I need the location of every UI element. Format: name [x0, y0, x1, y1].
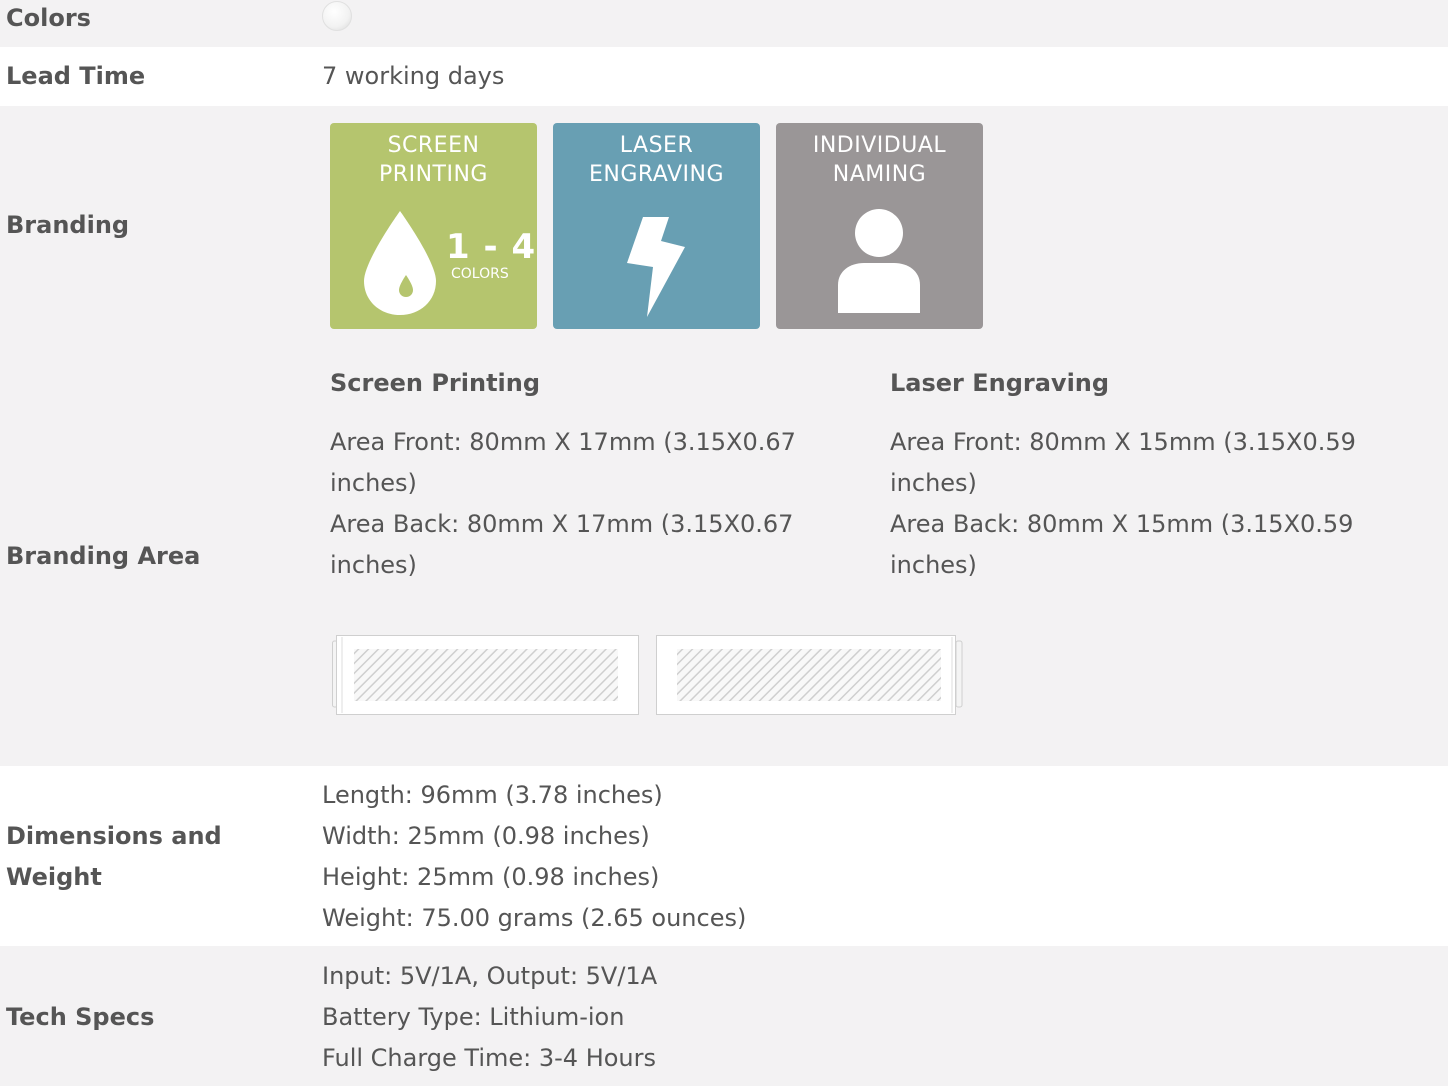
weight-value: Weight: 75.00 grams (2.65 ounces) [322, 904, 747, 932]
laser-engraving-back: Area Back: 80mm X 15mm (3.15X0.59 inches… [890, 510, 1354, 579]
dimensions-values: Length: 96mm (3.78 inches) Width: 25mm (… [322, 775, 746, 939]
charge-time-value: Full Charge Time: 3-4 Hours [322, 1044, 657, 1072]
laser-engraving-tile: LASER ENGRAVING [553, 123, 760, 329]
branding-area-row: Branding Area Screen Printing Area Front… [0, 346, 1448, 766]
screen-printing-heading: Screen Printing [330, 369, 541, 397]
color-range-caption: COLORS [451, 266, 509, 282]
tile-title: INDIVIDUAL NAMING [776, 131, 983, 189]
lead-time-value: 7 working days [322, 62, 505, 90]
branding-area-label: Branding Area [6, 542, 201, 570]
person-icon [838, 209, 920, 313]
battery-type-value: Battery Type: Lithium-ion [322, 1003, 625, 1031]
width-value: Width: 25mm (0.98 inches) [322, 822, 650, 850]
dimensions-label-line1: Dimensions and [6, 822, 222, 850]
tile-title-line2: PRINTING [379, 162, 488, 187]
power-bank-back-diagram [656, 635, 963, 715]
laser-engraving-front: Area Front: 80mm X 15mm (3.15X0.59 inche… [890, 428, 1356, 497]
screen-printing-tile: SCREEN PRINTING 1 - 4 COLORS [330, 123, 537, 329]
screen-printing-front: Area Front: 80mm X 17mm (3.15X0.67 inche… [330, 428, 796, 497]
lightning-bolt-icon [627, 217, 685, 317]
individual-naming-tile: INDIVIDUAL NAMING [776, 123, 983, 329]
input-output-value: Input: 5V/1A, Output: 5V/1A [322, 962, 658, 990]
laser-engraving-area: Laser Engraving Area Front: 80mm X 15mm … [890, 363, 1370, 586]
tile-title-line2: NAMING [832, 162, 927, 187]
tile-title-line1: SCREEN [387, 133, 480, 158]
tile-title-line2: ENGRAVING [589, 162, 724, 187]
tile-title-line1: INDIVIDUAL [812, 133, 947, 158]
tile-title: SCREEN PRINTING [330, 131, 537, 189]
branding-row: Branding SCREEN PRINTING 1 - 4 COLORS LA… [0, 106, 1448, 346]
dimensions-label-line2: Weight [6, 863, 102, 891]
height-value: Height: 25mm (0.98 inches) [322, 863, 660, 891]
colors-label: Colors [6, 4, 91, 32]
color-swatch-white[interactable] [322, 1, 352, 31]
dimensions-label: Dimensions and Weight [6, 816, 222, 898]
tech-specs-values: Input: 5V/1A, Output: 5V/1A Battery Type… [322, 956, 657, 1079]
length-value: Length: 96mm (3.78 inches) [322, 781, 663, 809]
tech-specs-label: Tech Specs [6, 1003, 155, 1031]
tile-title: LASER ENGRAVING [553, 131, 760, 189]
tech-specs-row: Tech Specs Input: 5V/1A, Output: 5V/1A B… [0, 946, 1448, 1086]
screen-printing-back: Area Back: 80mm X 17mm (3.15X0.67 inches… [330, 510, 794, 579]
lead-time-label: Lead Time [6, 62, 146, 90]
branding-label: Branding [6, 211, 130, 239]
dimensions-row: Dimensions and Weight Length: 96mm (3.78… [0, 766, 1448, 946]
tile-title-line1: LASER [619, 133, 694, 158]
color-range: 1 - 4 [446, 227, 537, 267]
laser-engraving-heading: Laser Engraving [890, 369, 1110, 397]
lead-time-row: Lead Time 7 working days [0, 47, 1448, 106]
power-bank-front-diagram [332, 635, 639, 715]
colors-row: Colors [0, 0, 1448, 47]
screen-printing-area: Screen Printing Area Front: 80mm X 17mm … [330, 363, 810, 586]
ink-drop-icon [364, 211, 436, 315]
